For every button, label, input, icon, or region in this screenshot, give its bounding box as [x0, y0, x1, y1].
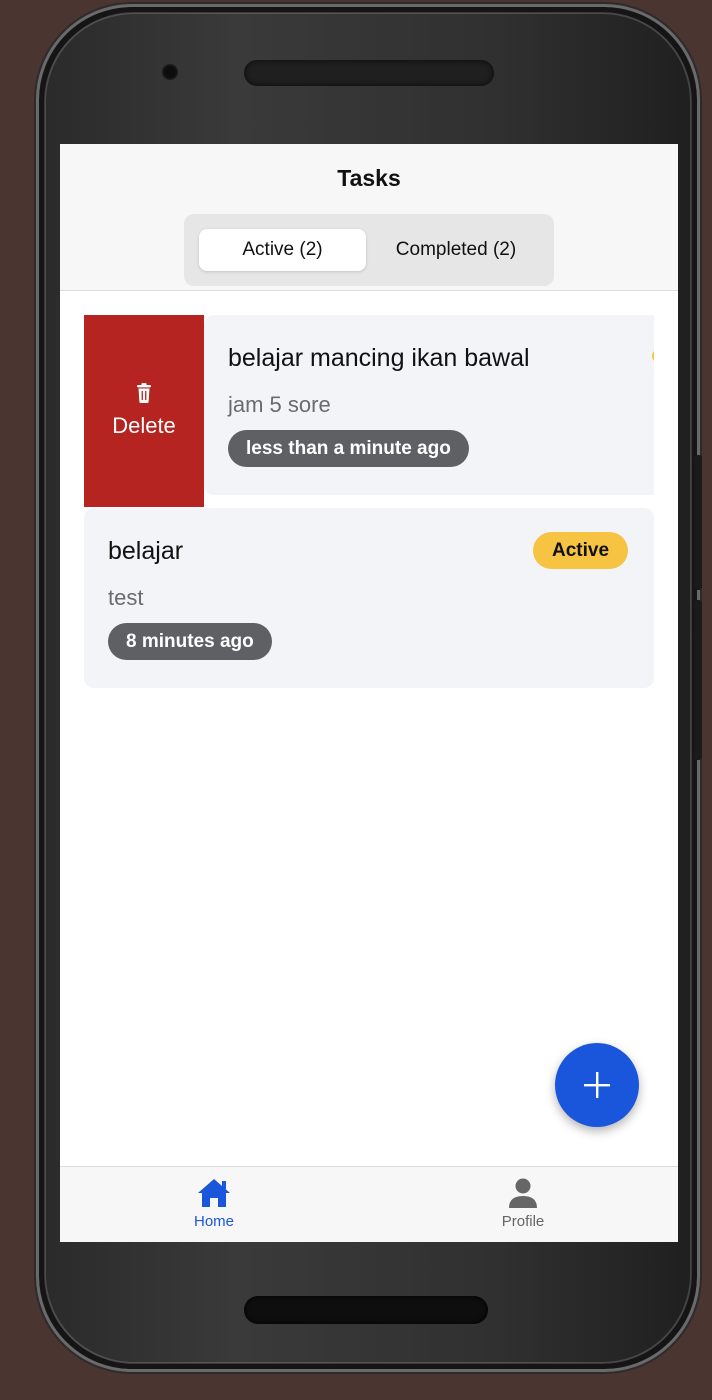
task-title: belajar mancing ikan bawal: [228, 344, 530, 372]
bottom-navigation: Home Profile: [60, 1166, 678, 1242]
nav-item-profile[interactable]: Profile: [463, 1177, 583, 1230]
task-card[interactable]: belajar mancing ikan bawal jam 5 sore le…: [204, 315, 654, 495]
delete-swipe-button[interactable]: Delete: [84, 315, 204, 507]
task-filter-segmented-control: Active (2) Completed (2): [184, 214, 554, 286]
task-description: test: [108, 585, 144, 610]
task-card[interactable]: belajar Active test 8 minutes ago: [84, 508, 654, 688]
task-description: jam 5 sore: [228, 392, 331, 417]
plus-icon: [584, 1072, 610, 1098]
app-screen: Tasks Active (2) Completed (2) Delete be…: [60, 144, 678, 1242]
nav-label-profile: Profile: [501, 1213, 545, 1230]
person-icon: [509, 1178, 537, 1208]
tab-completed[interactable]: Completed (2): [374, 229, 538, 271]
status-badge: Active: [533, 532, 629, 569]
time-badge: less than a minute ago: [228, 430, 469, 467]
task-title: belajar: [108, 537, 184, 565]
time-badge: 8 minutes ago: [108, 623, 272, 660]
page-title: Tasks: [337, 165, 401, 191]
nav-label-home: Home: [193, 1213, 234, 1230]
nav-item-home[interactable]: Home: [154, 1177, 274, 1230]
delete-label: Delete: [112, 413, 176, 438]
app-header: Tasks Active (2) Completed (2): [60, 144, 678, 291]
status-badge: [652, 349, 654, 363]
earpiece-speaker: [244, 60, 494, 86]
bottom-speaker: [244, 1296, 488, 1324]
add-task-button[interactable]: [555, 1043, 639, 1127]
power-button: [694, 600, 702, 760]
volume-button: [694, 455, 702, 590]
trash-icon: [137, 383, 151, 403]
home-icon: [198, 1179, 230, 1207]
tab-active[interactable]: Active (2): [199, 229, 366, 271]
front-camera: [162, 64, 178, 80]
